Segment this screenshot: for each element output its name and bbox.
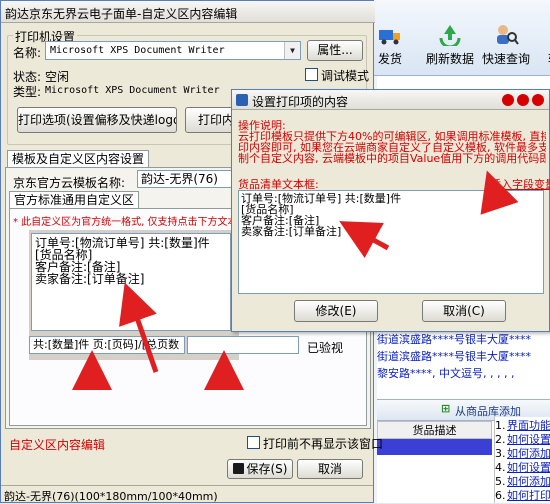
printer-properties-button[interactable]: 属性... <box>307 40 363 61</box>
printer-status-value: 空闲 <box>45 70 70 84</box>
sub-cancel-button[interactable]: 取消(C) <box>422 300 506 322</box>
template-name-field[interactable]: 韵达-无界(76) <box>137 170 237 188</box>
toolbar-query-label: 快速查询 <box>481 52 530 66</box>
template-name-label: 京东官方云模板名称: <box>13 176 126 190</box>
sub-dialog-title-bar: 设置打印项的内容 <box>232 90 549 110</box>
tab-standard-custom-area[interactable]: 官方标准通用自定义区 <box>9 191 140 208</box>
list-content-textbox[interactable]: 订单号:[物流订单号] 共:[数量]件 [货品名称] 客户备注:[备注] 卖家备… <box>238 190 544 294</box>
dialog-title: 韵达京东无界云电子面单-自定义区内容编辑 <box>5 7 238 21</box>
recycle-icon <box>439 25 461 46</box>
app-icon <box>236 94 248 106</box>
plus-icon: ⊞ <box>441 402 451 415</box>
extra-content-field[interactable] <box>187 336 299 354</box>
help-numbers: 1. 2. 3. 4. 5. 6. <box>495 419 507 503</box>
close-icon[interactable] <box>532 94 544 106</box>
help-link[interactable]: 界面功能 <box>507 419 550 433</box>
printer-name-select[interactable]: Microsoft XPS Document Writer ▼ <box>45 41 301 60</box>
toolbar-software-label: 软件 <box>532 50 550 67</box>
sub-dialog-title: 设置打印项的内容 <box>252 95 349 109</box>
help-link[interactable]: 如何设置 <box>507 433 550 447</box>
custom-area-edit-label: 自定义区内容编辑 <box>9 438 106 452</box>
debug-mode-checkbox[interactable] <box>305 68 318 81</box>
floppy-disk-icon <box>232 463 244 474</box>
status-bar: 韵达-无界(76)(100*180mm/100*40mm) <box>1 485 373 503</box>
selected-table-row[interactable] <box>377 439 492 455</box>
content-line: 卖家备注:[订单备注] <box>241 225 342 238</box>
minimize-icon[interactable] <box>502 94 514 106</box>
toolbar-refresh-label: 刷新数据 <box>425 52 474 66</box>
printer-type-value: Microsoft XPS Document Writer <box>45 85 220 96</box>
column-header-product-desc[interactable]: 货品描述 <box>377 421 492 439</box>
set-print-item-dialog: 设置打印项的内容 操作说明: 云打印模板只提供下方40%的可编辑区, 如果调用标… <box>231 89 550 332</box>
help-number: 3. <box>495 447 506 460</box>
content-line: 卖家备注:[订单备注] <box>35 272 145 286</box>
no-preview-checkbox[interactable] <box>247 436 260 449</box>
modify-button[interactable]: 修改(E) <box>294 300 378 322</box>
help-number: 6. <box>495 489 506 502</box>
toolbar-software-button[interactable]: 软件 <box>532 22 550 72</box>
no-preview-label: 打印前不再显示该窗口 <box>263 437 384 451</box>
instruction-line: 制个自定义内容, 云端模板中的项目Value值用下方的调用代码即可! <box>238 152 546 165</box>
status-bar-text: 韵达-无界(76)(100*180mm/100*40mm) <box>4 490 218 503</box>
custom-area-notice: * 此自定义区为官方统一格式, 仅支持点击下方文本框 <box>13 217 248 228</box>
background-toolbar: 发货 刷新数据 快速查询 软件 <box>360 0 550 76</box>
printer-type-label: 类型: <box>13 85 42 99</box>
save-button[interactable]: 保存(S) <box>227 459 293 479</box>
help-panel: 1. 2. 3. 4. 5. 6. 界面功能 如何设置 如何添加 如何设置 如何… <box>494 417 550 503</box>
help-link[interactable]: 如何添加 <box>507 475 550 489</box>
instructions-text: 操作说明: 云打印模板只提供下方40%的可编辑区, 如果调用标准模板, 直接设置… <box>238 120 546 174</box>
address-row[interactable]: 黎安路****, 中文逗号, , , , , <box>377 365 550 381</box>
toolbar-refresh-button[interactable]: 刷新数据 <box>422 22 478 72</box>
custom-content-textbox[interactable]: 订单号:[物流订单号] 共:[数量]件 [货品名称] 客户备注:[备注] 卖家备… <box>31 233 231 331</box>
cancel-button[interactable]: 取消 <box>297 459 363 479</box>
tab-template-settings[interactable]: 模板及自定义区内容设置 <box>7 150 150 167</box>
dialog-title-bar: 韵达京东无界云电子面单-自定义区内容编辑 <box>1 1 375 23</box>
footer-content-field[interactable]: 共:[数量]件 页:[页码]/[总页数 <box>29 336 185 354</box>
address-row[interactable]: 街道滨盛路****号银丰大厦**** <box>377 331 550 347</box>
help-number: 1. <box>495 419 506 432</box>
help-number: 4. <box>495 461 506 474</box>
help-links: 界面功能 如何设置 如何添加 如何设置 如何添加 如何打印 <box>507 419 550 503</box>
help-link[interactable]: 如何添加 <box>507 447 550 461</box>
address-row[interactable]: 街道滨盛路****号银丰大厦**** <box>377 348 550 364</box>
printer-name-value: Microsoft XPS Document Writer <box>50 45 225 56</box>
save-button-label: 保存(S) <box>246 462 288 476</box>
inspected-label: 已验视 <box>307 341 344 355</box>
print-options-button[interactable]: 打印选项(设置偏移及快递logo) <box>17 107 177 133</box>
chevron-down-icon[interactable]: ▼ <box>284 42 300 59</box>
search-person-icon <box>497 25 519 45</box>
maximize-icon[interactable] <box>517 94 529 106</box>
truck-icon <box>379 30 400 45</box>
toolbar-query-button[interactable]: 快速查询 <box>478 22 534 72</box>
printer-name-label: 名称: <box>13 46 42 60</box>
help-link[interactable]: 如何设置 <box>507 461 550 475</box>
debug-mode-label: 调试模式 <box>321 69 370 83</box>
help-link[interactable]: 如何打印 <box>507 489 550 503</box>
help-number: 5. <box>495 475 506 488</box>
help-number: 2. <box>495 433 506 446</box>
